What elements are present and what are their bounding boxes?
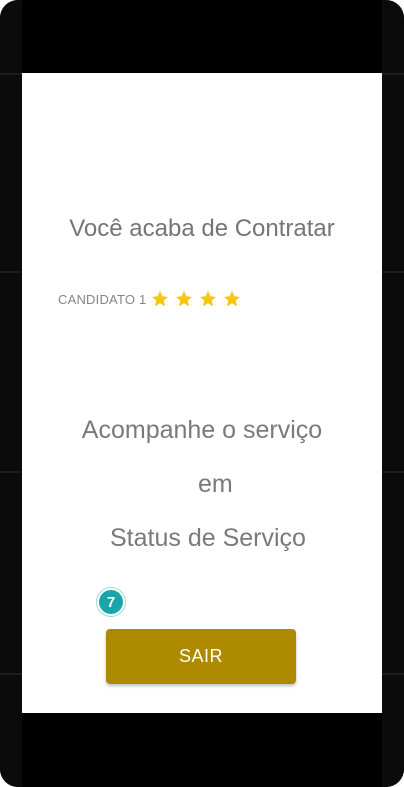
star-rating [150,289,242,309]
star-icon [152,291,169,307]
device-frame: Você acaba de Contratar CANDIDATO 1 Acom… [0,0,404,787]
app-screen: Você acaba de Contratar CANDIDATO 1 Acom… [22,73,382,713]
message-line-1: Acompanhe o serviço [81,416,323,444]
frame-left-edge [0,0,22,787]
candidate-label: CANDIDATO 1 [58,291,147,307]
star-icon [176,291,193,307]
exit-button[interactable]: SAIR [106,629,296,684]
candidate-row: CANDIDATO 1 [58,288,242,310]
message-line-2: em [198,470,233,498]
star-icon [200,291,217,307]
frame-right-edge [382,0,404,787]
message-line-3: Status de Serviço [110,524,306,552]
star-icon [224,291,241,307]
page-title: Você acaba de Contratar [69,215,335,242]
step-badge: 7 [97,588,125,616]
